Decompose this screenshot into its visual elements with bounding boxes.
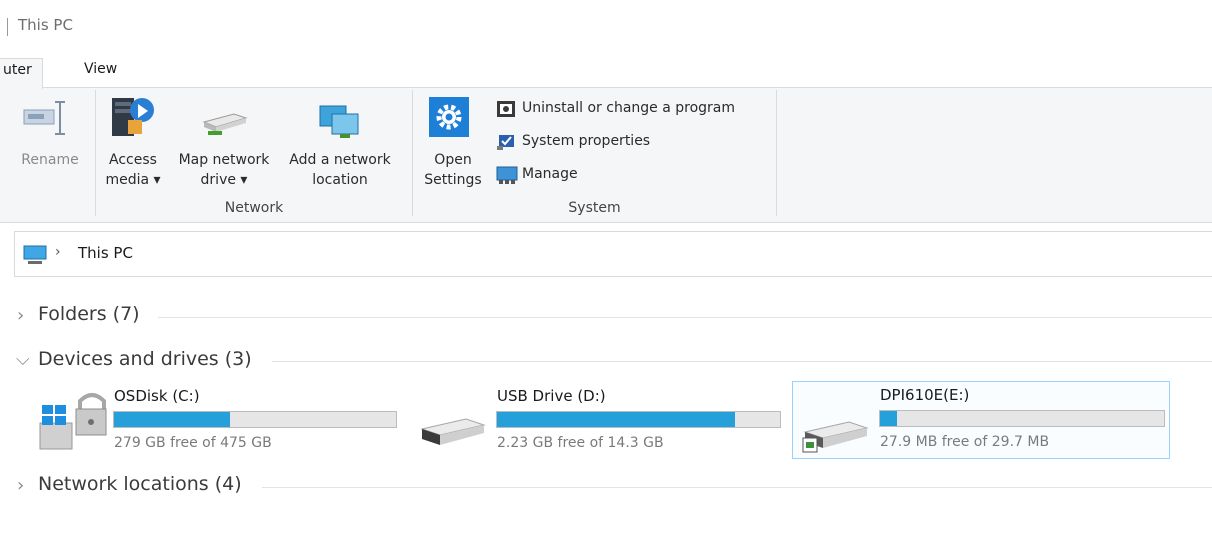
network-drive-icon — [202, 113, 248, 135]
system-properties-label: System properties — [522, 133, 651, 149]
drive-d-usage-bar — [496, 411, 781, 428]
drive-e-usage-fill — [880, 411, 898, 426]
access-media-button[interactable] — [108, 94, 158, 140]
devices-collapse-chevron-icon[interactable]: ⌵ — [16, 349, 30, 370]
uninstall-program-label: Uninstall or change a program — [522, 100, 736, 116]
system-group-label: System — [568, 200, 621, 216]
drive-e-tile[interactable]: DPI610E(E:) 27.9 MB free of 29.7 MB — [792, 381, 1170, 459]
drive-e-usage-bar — [879, 410, 1165, 427]
map-network-drive-button[interactable] — [200, 108, 250, 140]
uninstall-program-icon — [497, 101, 515, 117]
os-disk-icon — [39, 393, 107, 450]
drive-e-name: DPI610E(E:) — [880, 386, 970, 404]
system-properties-button[interactable]: System properties — [496, 131, 696, 153]
address-bar[interactable] — [14, 231, 1212, 277]
add-network-location-label: Add a network location — [289, 152, 391, 188]
drive-c-free-space: 279 GB free of 475 GB — [114, 435, 272, 451]
window-title: This PC — [18, 16, 73, 34]
manage-button[interactable]: Manage — [496, 164, 616, 186]
breadcrumb-this-pc[interactable]: This PC — [78, 244, 133, 262]
tab-computer[interactable]: uter — [0, 58, 43, 89]
folders-expand-chevron-icon[interactable]: › — [17, 305, 24, 326]
devices-section-header[interactable]: Devices and drives (3) — [38, 348, 252, 370]
open-settings-button[interactable] — [429, 97, 469, 137]
add-network-location-button[interactable] — [318, 102, 364, 142]
map-network-drive-label: Map network drive ▾ — [178, 152, 270, 188]
folders-section-header[interactable]: Folders (7) — [38, 303, 140, 325]
drive-d-free-space: 2.23 GB free of 14.3 GB — [497, 435, 664, 451]
section-divider — [272, 361, 1212, 362]
drive-e-free-space: 27.9 MB free of 29.7 MB — [880, 434, 1050, 450]
rename-icon — [23, 101, 65, 135]
drive-c-tile[interactable]: OSDisk (C:) 279 GB free of 475 GB — [32, 383, 412, 459]
system-properties-icon — [497, 135, 514, 150]
network-expand-chevron-icon[interactable]: › — [17, 475, 24, 496]
ribbon-separator — [95, 90, 96, 216]
drive-c-usage-fill — [114, 412, 230, 427]
network-group-label: Network — [224, 200, 284, 216]
breadcrumb-chevron-icon[interactable]: › — [55, 244, 61, 260]
title-bar — [0, 0, 1212, 50]
tab-view[interactable]: View — [74, 58, 127, 84]
this-pc-icon — [23, 245, 47, 264]
drive-d-usage-fill — [497, 412, 735, 427]
computer-manage-icon — [496, 166, 518, 184]
ribbon-separator — [776, 90, 777, 216]
ribbon-separator — [412, 90, 413, 216]
section-divider — [262, 487, 1212, 488]
network-location-icon — [319, 105, 359, 138]
rename-label: Rename — [21, 152, 79, 168]
drive-c-usage-bar — [113, 411, 397, 428]
rename-button[interactable] — [22, 98, 72, 138]
uninstall-program-button[interactable]: Uninstall or change a program — [496, 98, 766, 120]
access-media-label: Access media ▾ — [105, 152, 161, 188]
title-separator — [7, 18, 8, 36]
drive-d-name: USB Drive (D:) — [497, 387, 606, 405]
network-section-header[interactable]: Network locations (4) — [38, 473, 242, 495]
media-server-icon — [112, 98, 154, 136]
drive-d-tile[interactable]: USB Drive (D:) 2.23 GB free of 14.3 GB — [414, 383, 794, 459]
drive-c-name: OSDisk (C:) — [114, 387, 200, 405]
settings-gear-icon — [429, 97, 469, 137]
removable-drive-icon — [802, 421, 869, 453]
open-settings-label: Open Settings — [424, 152, 482, 188]
manage-label: Manage — [522, 166, 578, 182]
usb-drive-icon — [420, 418, 486, 445]
section-divider — [158, 317, 1212, 318]
